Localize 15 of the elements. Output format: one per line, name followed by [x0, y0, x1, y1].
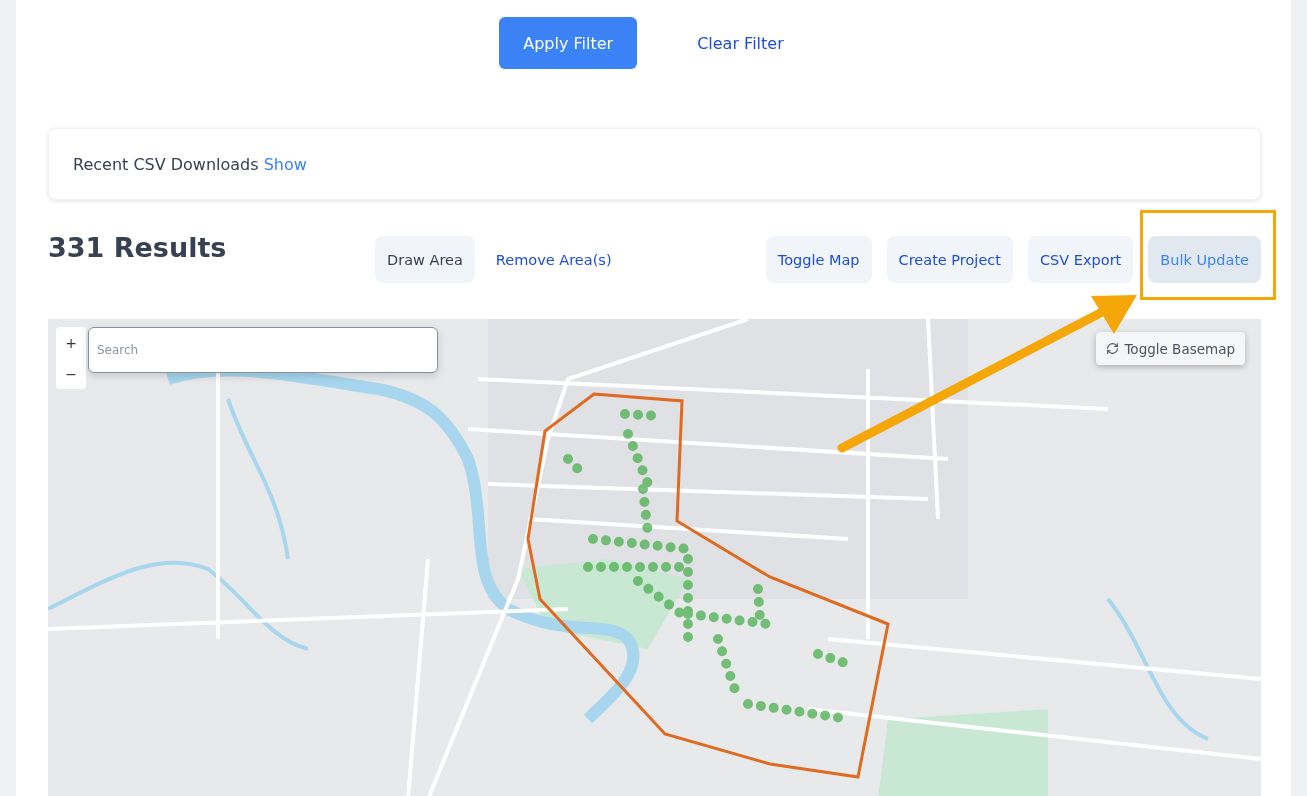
action-button[interactable]: Toggle Map	[765, 236, 872, 283]
clear-filter-link[interactable]: Clear Filter	[693, 19, 788, 67]
remove-area-link[interactable]: Remove Area(s)	[491, 236, 616, 283]
recent-downloads-label: Recent CSV Downloads Show	[73, 154, 307, 174]
search-field[interactable]: Search	[88, 327, 438, 373]
toggle-basemap-button[interactable]: Toggle Basemap	[1096, 332, 1245, 365]
zoom-in-button[interactable]: +	[56, 327, 86, 358]
draw-area-button[interactable]: Draw Area	[375, 236, 475, 283]
show-link[interactable]: Show	[263, 154, 307, 174]
apply-filter-button[interactable]: Apply Filter	[499, 17, 638, 69]
action-button[interactable]: CSV Export	[1028, 236, 1134, 283]
results-count: 331 Results	[48, 236, 228, 260]
refresh-icon	[1106, 342, 1120, 355]
zoom-out-button[interactable]: −	[56, 358, 86, 389]
action-button[interactable]: Create Project	[886, 236, 1013, 283]
